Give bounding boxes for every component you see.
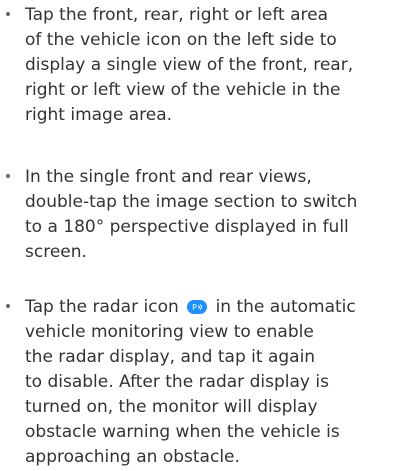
bullet bbox=[6, 12, 10, 16]
text-line: In the single front and rear views, bbox=[25, 167, 312, 187]
text-line: double-tap the image section to switch bbox=[25, 192, 358, 212]
bullet bbox=[6, 304, 10, 308]
text-line: screen. bbox=[25, 242, 87, 262]
text-line: vehicle monitoring view to enable bbox=[25, 322, 314, 342]
svg-text:P: P bbox=[192, 303, 197, 312]
text-line: to disable. After the radar display is bbox=[25, 372, 329, 392]
text-line: the radar display, and tap it again bbox=[25, 347, 316, 367]
text-line: display a single view of the front, rear… bbox=[25, 55, 354, 75]
text-segment: Tap the radar icon bbox=[25, 297, 179, 317]
text-line: turned on, the monitor will display bbox=[25, 397, 318, 417]
text-line: Tap the front, rear, right or left area bbox=[25, 5, 329, 25]
text-line: to a 180° perspective displayed in full bbox=[25, 217, 349, 237]
text-segment: in the automatic bbox=[215, 297, 356, 317]
instruction-document: Tap the front, rear, right or left area … bbox=[0, 0, 416, 471]
text-line: obstacle warning when the vehicle is bbox=[25, 422, 340, 442]
text-line: right or left view of the vehicle in the bbox=[25, 80, 341, 100]
text-line: right image area. bbox=[25, 105, 173, 125]
radar-icon: P bbox=[187, 300, 208, 314]
bullet bbox=[6, 174, 10, 178]
text-line: of the vehicle icon on the left side to bbox=[25, 30, 337, 50]
text-line: approaching an obstacle. bbox=[25, 447, 240, 467]
text-line: Tap the radar icon P in the automatic bbox=[25, 295, 356, 320]
